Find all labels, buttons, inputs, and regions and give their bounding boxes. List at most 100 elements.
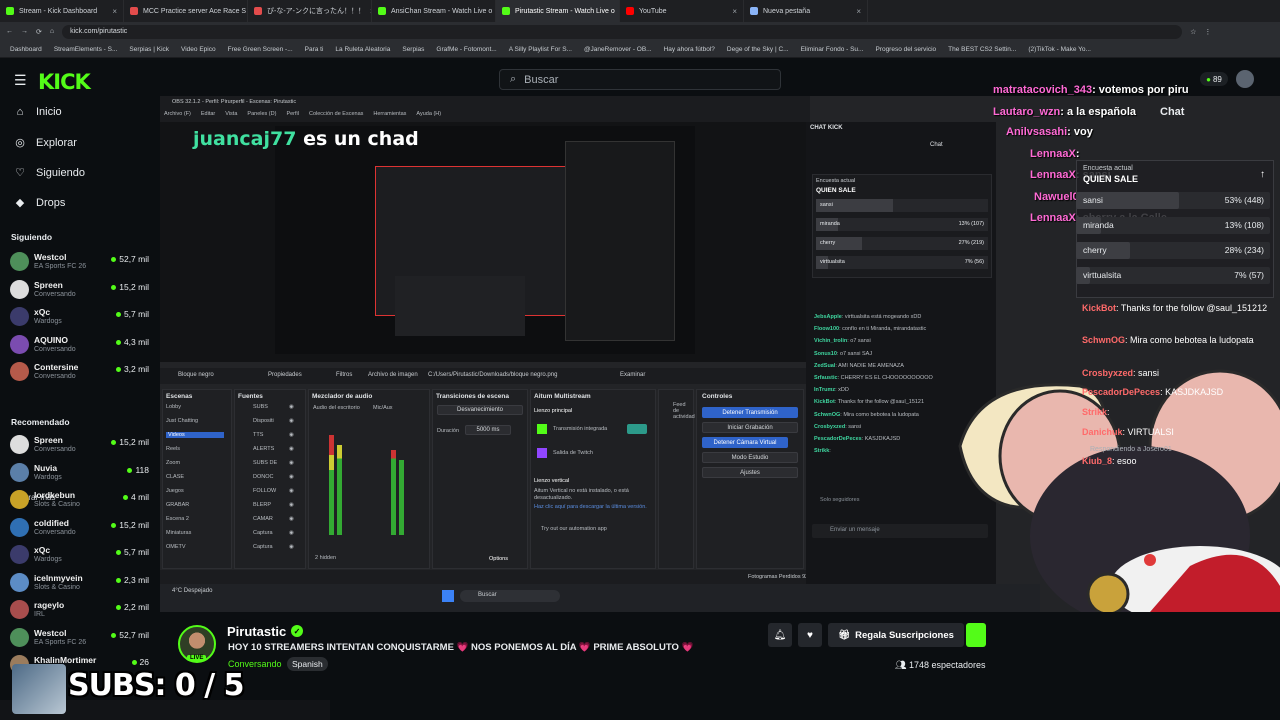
channel-item[interactable]: xQc Wardogs 5,7 mil — [10, 543, 152, 567]
obs-poll-option[interactable]: sansi — [816, 199, 988, 212]
options-button[interactable]: Options — [489, 556, 508, 562]
collapse-arrow-icon[interactable]: ↑ — [1260, 169, 1265, 180]
eye-icon[interactable]: ◉ — [289, 404, 294, 410]
channel-item[interactable]: icelnmyvein Slots & Casino 2,3 mil — [10, 571, 152, 595]
language-tag[interactable]: Spanish — [287, 657, 328, 671]
search-input[interactable]: ⌕ Buscar — [499, 69, 781, 90]
menu-icon[interactable]: ☰ — [14, 72, 27, 89]
chat-username[interactable]: Crosbyxzed — [814, 424, 845, 430]
start-recording-button[interactable]: Iniciar Grabación — [702, 422, 798, 433]
obs-menu-item[interactable]: Archivo (F) — [164, 111, 191, 117]
scene-item[interactable]: OMETV — [166, 544, 186, 550]
source-item[interactable]: SUBS — [253, 404, 268, 410]
eye-icon[interactable]: ◉ — [289, 544, 294, 550]
filters-button[interactable]: Filtros — [336, 372, 352, 378]
scene-item[interactable]: Lobby — [166, 404, 181, 410]
source-item[interactable]: TTS — [253, 432, 263, 438]
bookmark-item[interactable]: Dashboard — [10, 46, 42, 53]
bookmark-item[interactable]: Dege of the Sky | C... — [727, 46, 789, 53]
transition-select[interactable]: Desvanecimiento — [437, 405, 523, 415]
obs-menu-item[interactable]: Editar — [201, 111, 215, 117]
eye-icon[interactable]: ◉ — [289, 418, 294, 424]
channel-item[interactable]: Spreen Conversando 15,2 mil — [10, 433, 152, 457]
bookmark-item[interactable]: The BEST CS2 Settin... — [948, 46, 1016, 53]
points-badge[interactable]: ● 89 — [1200, 72, 1228, 86]
nav-inicio[interactable]: ⌂ Inicio — [14, 106, 62, 118]
eye-icon[interactable]: ◉ — [289, 432, 294, 438]
chat-username[interactable]: KickBot — [1082, 303, 1116, 313]
obs-menu-item[interactable]: Ayuda (H) — [416, 111, 441, 117]
source-item[interactable]: BLERP — [253, 502, 271, 508]
overlay-poll-option[interactable]: cherry 28% (234) — [1076, 242, 1270, 259]
eye-icon[interactable]: ◉ — [289, 446, 294, 452]
chat-username[interactable]: Floow100 — [814, 326, 839, 332]
gift-subs-button[interactable]: 🎁︎ Regala Suscripciones — [828, 623, 964, 647]
channel-item[interactable]: Contersine Conversando 3,2 mil — [10, 360, 152, 384]
bookmark-item[interactable]: Free Green Screen -... — [228, 46, 293, 53]
chat-username[interactable]: Vichin_trolin — [814, 338, 847, 344]
duration-field[interactable]: 5000 ms — [465, 425, 511, 435]
source-item[interactable]: SUBS DE — [253, 460, 277, 466]
bookmark-item[interactable]: (2)TikTok - Make Yo... — [1028, 46, 1091, 53]
obs-menu-item[interactable]: Vista — [225, 111, 237, 117]
bookmark-item[interactable]: Progreso del servicio — [875, 46, 936, 53]
overlay-poll-option[interactable]: miranda 13% (108) — [1076, 217, 1270, 234]
forward-icon[interactable]: → — [21, 28, 28, 35]
chat-username[interactable]: PescadorDePeces — [1082, 387, 1160, 397]
bookmark-item[interactable]: A Silly Playlist For S... — [509, 46, 572, 53]
chat-username[interactable]: Strikk — [1082, 407, 1107, 417]
chat-tab[interactable]: Chat — [930, 142, 943, 148]
eye-icon[interactable]: ◉ — [289, 474, 294, 480]
scene-item[interactable]: GRABAR — [166, 502, 189, 508]
scene-item[interactable]: Videos — [166, 432, 224, 438]
close-tab-icon[interactable]: × — [732, 7, 737, 16]
automation-button[interactable]: Try out our automation app — [541, 526, 607, 532]
bookmark-item[interactable]: Serpias | Kick — [129, 46, 169, 53]
eye-icon[interactable]: ◉ — [289, 488, 294, 494]
obs-poll-option[interactable]: miranda 13% (107) — [816, 218, 988, 231]
obs-menu-item[interactable]: Perfil — [286, 111, 299, 117]
settings-button[interactable]: Ajustes — [702, 467, 798, 478]
chat-username[interactable]: SchwnOG — [1082, 335, 1125, 345]
bookmark-item[interactable]: Para ti — [305, 46, 324, 53]
chat-username[interactable]: ZedSual — [814, 363, 835, 369]
bookmark-item[interactable]: Serpias — [402, 46, 424, 53]
close-tab-icon[interactable]: × — [112, 7, 117, 16]
chat-username[interactable]: InTrumz — [814, 387, 835, 393]
user-avatar[interactable] — [1236, 70, 1254, 88]
chat-username[interactable]: Sonus10 — [814, 351, 837, 357]
aitum-download-link[interactable]: Haz clic aquí para descargar la última v… — [534, 504, 652, 511]
kick-logo[interactable]: KICK — [38, 70, 91, 94]
close-tab-icon[interactable]: × — [856, 7, 861, 16]
overlay-poll-option[interactable]: sansi 53% (448) — [1076, 192, 1270, 209]
nav-siguiendo[interactable]: ♡ Siguiendo — [14, 166, 85, 180]
browser-tab[interactable]: MCC Practice server Ace Race S× — [124, 0, 248, 22]
browser-tab[interactable]: Stream - Kick Dashboard × — [0, 0, 124, 22]
obs-poll-option[interactable]: virttualsita 7% (56) — [816, 256, 988, 269]
chat-username[interactable]: Srfaustic — [814, 375, 838, 381]
scene-item[interactable]: Juegos — [166, 488, 184, 494]
bookmark-item[interactable]: GrafMe - Fotomont... — [436, 46, 496, 53]
taskbar-search[interactable]: Buscar — [460, 590, 560, 602]
bookmark-item[interactable]: Video Epico — [181, 46, 216, 53]
scene-item[interactable]: Zoom — [166, 460, 180, 466]
scene-item[interactable]: Just Chatting — [166, 418, 198, 424]
channel-item[interactable]: xQc Wardogs 5,7 mil — [10, 305, 152, 329]
browser-tab[interactable]: YouTube × — [620, 0, 744, 22]
nav-drops[interactable]: ◆ Drops — [14, 196, 66, 210]
browser-tab[interactable]: ぴ-な-ア-ンクに言ったん！！！× — [248, 0, 372, 22]
source-item[interactable]: DONOC — [253, 474, 273, 480]
bookmark-item[interactable]: @JaneRemover - OB... — [584, 46, 652, 53]
properties-button[interactable]: Propiedades — [268, 372, 302, 378]
browse-button[interactable]: Examinar — [620, 372, 645, 378]
channel-item[interactable]: Spreen Conversando 15,2 mil — [10, 278, 152, 302]
favorite-heart-icon[interactable]: ♥ — [798, 623, 822, 647]
star-icon[interactable]: ☆ — [1190, 28, 1196, 36]
overlay-poll-option[interactable]: virttualsita 7% (57) — [1076, 267, 1270, 284]
home-icon[interactable]: ⌂ — [50, 28, 54, 35]
channel-item[interactable]: Westcol EA Sports FC 26 52,7 mil — [10, 250, 152, 274]
integrated-toggle[interactable] — [627, 424, 647, 434]
scene-item[interactable]: CLASE — [166, 474, 184, 480]
scene-item[interactable]: Miniaturas — [166, 530, 191, 536]
eye-icon[interactable]: ◉ — [289, 460, 294, 466]
